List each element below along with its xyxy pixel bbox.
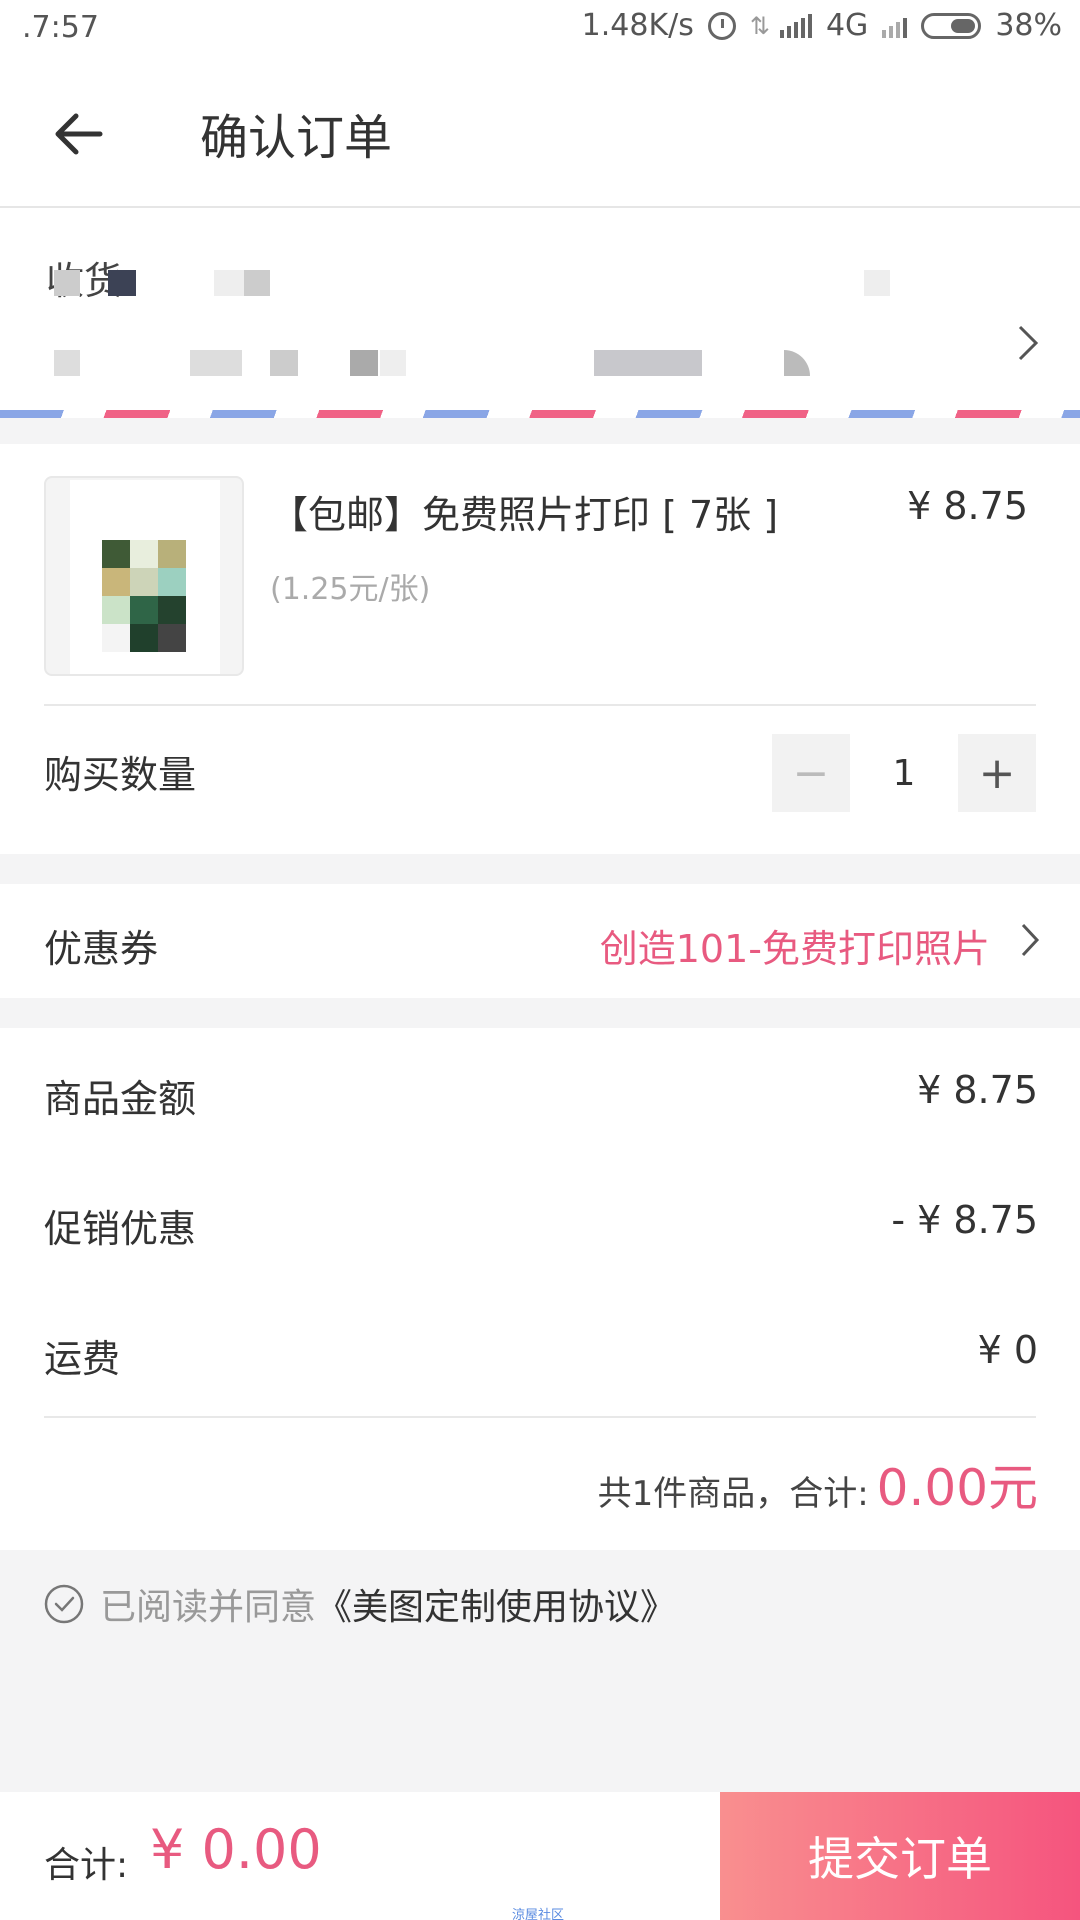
agreement-text: 已阅读并同意 — [100, 1587, 317, 1628]
signal-icon — [779, 13, 812, 38]
product-title: 【包邮】免费照片打印 [ 7张 ] — [270, 493, 779, 537]
order-total-label: 共1件商品，合计: — [597, 1474, 869, 1514]
quantity-increment-button[interactable]: + — [958, 734, 1036, 812]
divider — [44, 704, 1036, 706]
address-blur — [214, 270, 244, 296]
product-card: 【包邮】免费照片打印 [ 7张 ] ¥ 8.75 (1.25元/张) 购买数量 … — [0, 444, 1080, 854]
address-blur — [864, 270, 890, 296]
address-blur — [244, 270, 270, 296]
footer-total-amount: ¥ 0.00 — [150, 1818, 322, 1881]
quantity-decrement-button[interactable]: − — [772, 734, 850, 812]
order-total: 共1件商品，合计: 0.00元 — [598, 1448, 1038, 1520]
status-icons: 1.48K/s ⇅ 4G 38% — [582, 8, 1062, 43]
promo-value: - ¥ 8.75 — [891, 1198, 1038, 1242]
address-blur — [190, 350, 242, 376]
address-blur — [380, 350, 406, 376]
price-summary: 商品金额 ¥ 8.75 促销优惠 - ¥ 8.75 运费 ¥ 0 共1件商品，合… — [0, 1028, 1080, 1550]
product-thumbnail — [44, 476, 244, 676]
page-title: 确认订单 — [200, 110, 393, 166]
quantity-label: 购买数量 — [44, 753, 197, 797]
airmail-border — [0, 410, 1080, 418]
divider — [44, 1416, 1036, 1418]
signal-icon-2 — [882, 14, 908, 38]
coupon-value: 创造101-免费打印照片 — [599, 927, 990, 971]
battery-percent: 38% — [995, 8, 1062, 43]
alarm-icon — [707, 11, 736, 40]
product-price: ¥ 8.75 — [907, 484, 1028, 528]
data-arrows-icon: ⇅ — [749, 11, 770, 40]
address-blur — [784, 350, 810, 376]
coupon-row[interactable]: 优惠券 创造101-免费打印照片 — [0, 884, 1080, 998]
agreement-link[interactable]: 《美图定制使用协议》 — [316, 1578, 676, 1630]
product-unit-price: (1.25元/张) — [270, 572, 431, 607]
watermark: 涼屋社区 — [512, 1908, 565, 1920]
address-blur — [54, 350, 80, 376]
thumbnail-image — [102, 540, 186, 652]
network-type: 4G — [825, 8, 869, 43]
status-time: .7:57 — [22, 10, 99, 45]
check-circle-icon[interactable] — [44, 1584, 84, 1624]
address-blur — [270, 350, 298, 376]
order-total-amount: 0.00元 — [876, 1459, 1038, 1517]
footer-total-label: 合计: — [44, 1845, 129, 1886]
agreement-row[interactable]: 已阅读并同意 《美图定制使用协议》 — [44, 1578, 676, 1630]
promo-label: 促销优惠 — [44, 1207, 197, 1251]
address-blur — [54, 270, 80, 296]
shipping-value: ¥ 0 — [977, 1328, 1038, 1372]
back-arrow-icon[interactable] — [50, 106, 106, 162]
battery-icon — [921, 12, 982, 39]
chevron-right-icon — [1018, 325, 1039, 361]
goods-amount-label: 商品金额 — [44, 1077, 197, 1121]
shipping-label: 运费 — [44, 1337, 121, 1381]
network-speed: 1.48K/s — [581, 8, 694, 43]
submit-order-button[interactable]: 提交订单 — [720, 1792, 1080, 1920]
chevron-right-icon — [1021, 923, 1040, 957]
bottom-bar: 合计: ¥ 0.00 提交订单 — [0, 1792, 1080, 1920]
coupon-label: 优惠券 — [44, 927, 159, 971]
address-blur — [350, 350, 378, 376]
status-bar: .7:57 1.48K/s ⇅ 4G 38% — [0, 0, 1080, 58]
address-blur — [108, 270, 136, 296]
address-section[interactable]: 收货 — [0, 208, 1080, 418]
quantity-value[interactable]: 1 — [850, 734, 958, 812]
nav-bar: 确认订单 — [0, 58, 1080, 208]
address-blur — [594, 350, 702, 376]
goods-amount-value: ¥ 8.75 — [917, 1068, 1038, 1112]
